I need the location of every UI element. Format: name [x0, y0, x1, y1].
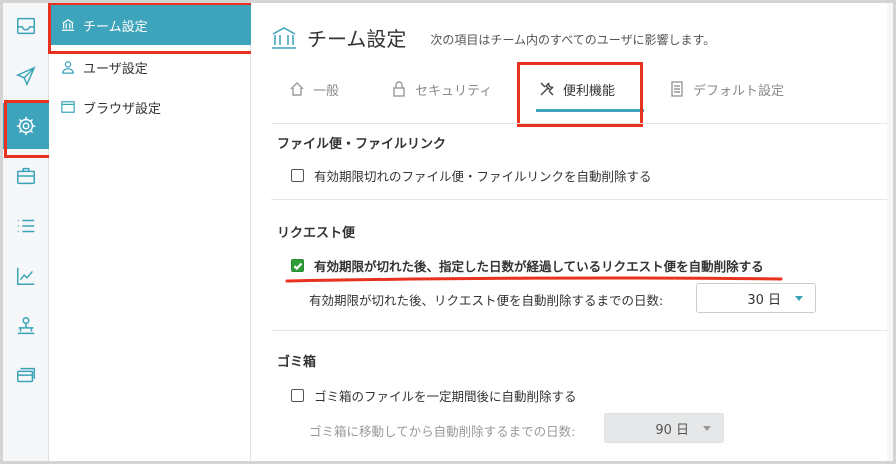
option-label: ゴミ箱のファイルを一定期間後に自動削除する — [314, 389, 577, 404]
main-panel: チーム設定 次の項目はチーム内のすべてのユーザに影響します。 一般 セキュリティ… — [251, 3, 893, 461]
rail-inbox[interactable] — [3, 3, 49, 49]
lock-icon — [393, 81, 405, 97]
subnav-item-label: チーム設定 — [83, 19, 148, 35]
check-icon — [293, 262, 302, 270]
section-title-file: ファイル便・ファイルリンク — [277, 137, 447, 152]
bank-icon — [272, 26, 296, 49]
trash-days-select[interactable]: 90 日 — [604, 413, 724, 443]
tab-label: 一般 — [313, 83, 340, 99]
rail-card[interactable] — [3, 353, 49, 399]
rail-briefcase[interactable] — [3, 153, 49, 199]
inbox-icon — [17, 17, 35, 35]
rail-chart[interactable] — [3, 253, 49, 299]
subnav-item-user[interactable]: ユーザ設定 — [49, 47, 251, 87]
tab-label: セキュリティ — [415, 83, 493, 99]
trash-auto-delete-checkbox[interactable] — [291, 389, 304, 402]
request-auto-delete-checkbox[interactable] — [291, 259, 304, 272]
trash-days-label: ゴミ箱に移動してから自動削除するまでの日数: — [309, 424, 576, 439]
select-value: 90 日 — [655, 422, 689, 438]
settings-subnav: チーム設定 ユーザ設定 ブラウザ設定 — [48, 3, 256, 461]
page-header: チーム設定 次の項目はチーム内のすべてのユーザに影響します。 — [271, 23, 715, 52]
divider — [271, 199, 891, 200]
select-value: 30 日 — [747, 292, 781, 308]
tab-general[interactable]: 一般 — [289, 71, 339, 107]
page-title: チーム設定 — [307, 27, 407, 51]
divider — [271, 330, 891, 331]
user-icon — [62, 61, 74, 74]
chevron-down-icon — [795, 295, 803, 301]
subnav-item-label: ブラウザ設定 — [83, 101, 162, 117]
send-icon — [15, 66, 36, 87]
file-auto-delete-checkbox[interactable] — [291, 169, 304, 182]
tab-defaults[interactable]: デフォルト設定 — [669, 71, 784, 107]
section-title-trash: ゴミ箱 — [277, 355, 317, 370]
rail-settings[interactable] — [3, 100, 54, 158]
org-icon — [17, 317, 35, 335]
subnav-item-browser[interactable]: ブラウザ設定 — [49, 87, 251, 127]
app-window: チーム設定 ユーザ設定 ブラウザ設定 チーム設定 次の項目はチーム内のすべてのユ… — [3, 3, 893, 461]
gear-icon — [16, 116, 36, 136]
divider — [271, 123, 891, 124]
chevron-down-icon — [703, 425, 711, 431]
scrollbar-track[interactable] — [887, 3, 893, 461]
tab-features[interactable]: 便利機能 — [539, 71, 615, 107]
rail-list[interactable] — [3, 203, 49, 249]
briefcase-icon — [17, 167, 35, 185]
rail-org[interactable] — [3, 303, 49, 349]
option-label: 有効期限切れのファイル便・ファイルリンクを自動削除する — [314, 169, 652, 184]
file-auto-delete-option[interactable]: 有効期限切れのファイル便・ファイルリンクを自動削除する — [291, 166, 652, 185]
browser-icon — [61, 101, 75, 113]
rail-send[interactable] — [3, 53, 49, 99]
tab-label: デフォルト設定 — [693, 83, 785, 99]
tab-security[interactable]: セキュリティ — [391, 71, 492, 107]
document-icon — [671, 81, 683, 97]
request-days-select[interactable]: 30 日 — [696, 283, 816, 313]
bank-icon — [61, 19, 75, 31]
trash-auto-delete-option[interactable]: ゴミ箱のファイルを一定期間後に自動削除する — [291, 386, 577, 405]
list-icon — [17, 219, 35, 233]
settings-tabs: 一般 セキュリティ 便利機能 デフォルト設定 — [271, 61, 891, 127]
home-icon — [290, 82, 304, 96]
subnav-item-team[interactable]: チーム設定 — [48, 3, 256, 54]
icon-rail — [3, 3, 54, 461]
subnav-item-label: ユーザ設定 — [83, 61, 148, 77]
tools-icon — [540, 82, 554, 96]
card-icon — [17, 367, 35, 383]
tab-label: 便利機能 — [563, 83, 616, 99]
page-subtitle: 次の項目はチーム内のすべてのユーザに影響します。 — [430, 33, 716, 47]
chart-icon — [17, 267, 35, 285]
active-tab-indicator — [536, 109, 644, 112]
section-title-request: リクエスト便 — [277, 226, 356, 241]
request-days-label: 有効期限が切れた後、リクエスト便を自動削除するまでの日数: — [309, 293, 664, 308]
